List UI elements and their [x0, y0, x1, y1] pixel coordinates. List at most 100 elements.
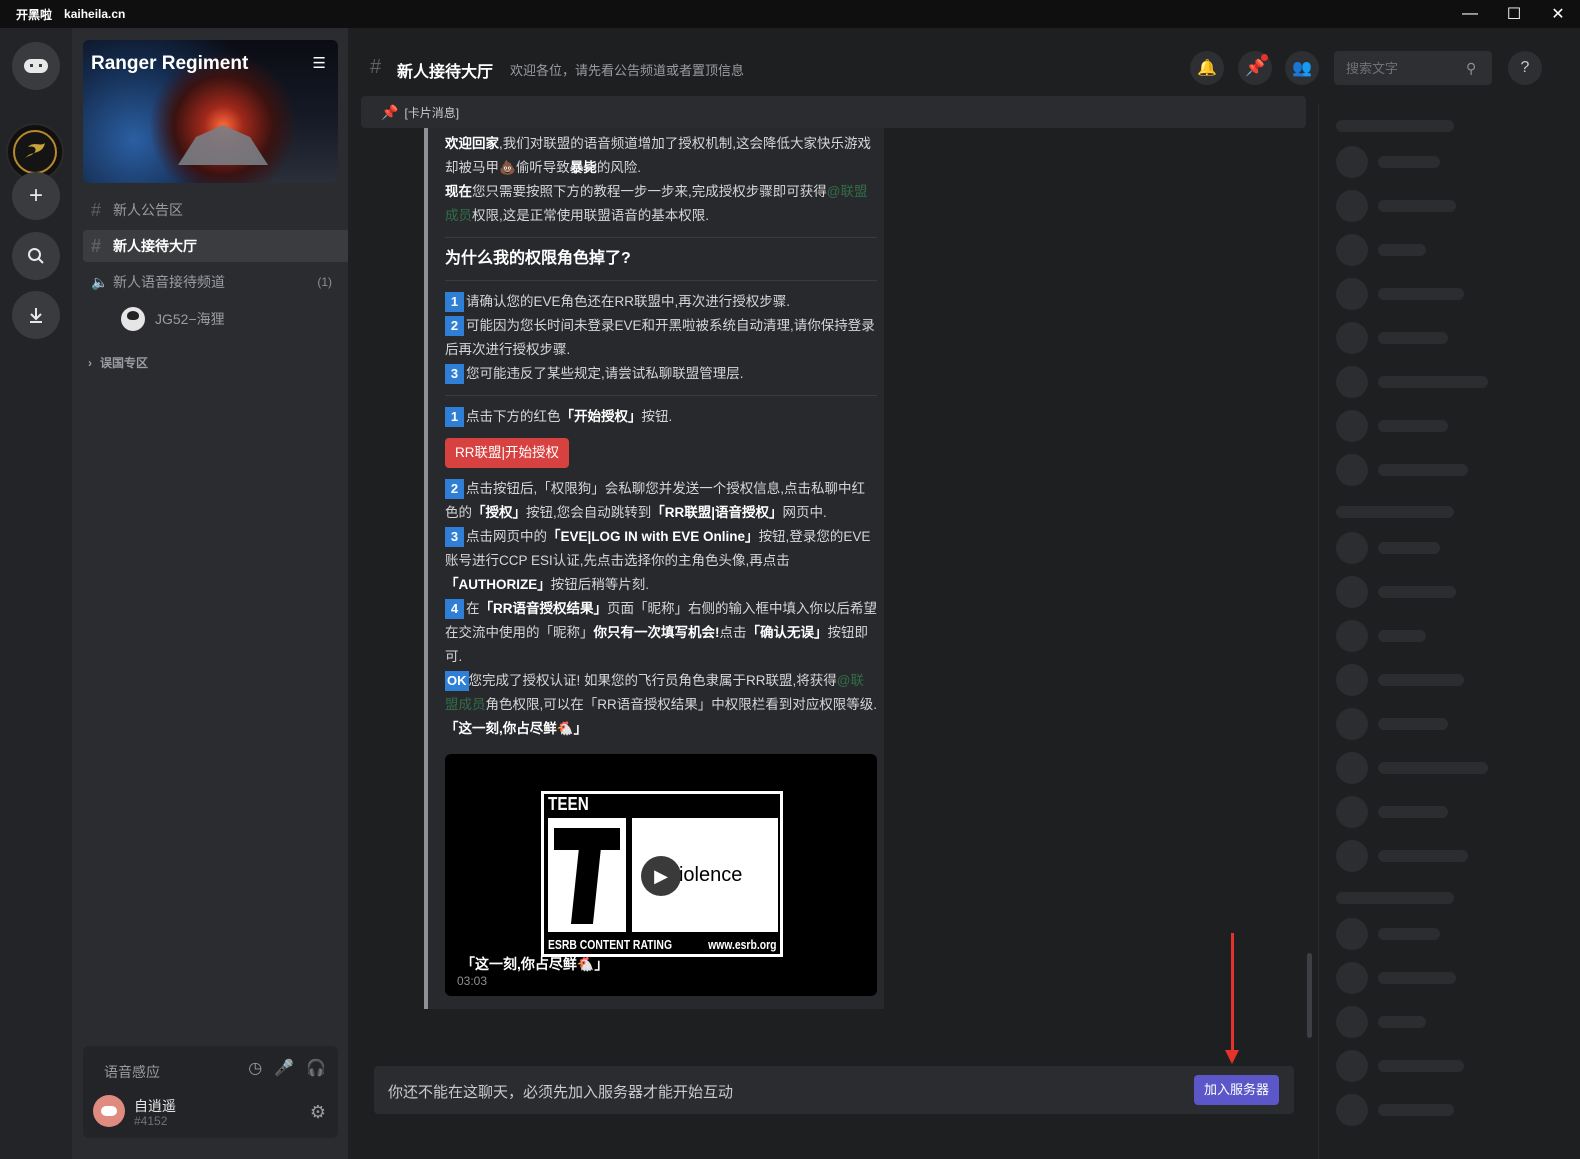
text: 在 [466, 601, 480, 616]
pinned-button[interactable]: 📌 [1238, 51, 1272, 85]
gear-icon[interactable]: ⚙ [310, 1102, 326, 1123]
rating-letter-glyph [554, 828, 620, 924]
guild-menu-icon[interactable]: ☰ [313, 54, 326, 72]
microphone-icon[interactable]: 🎤 [274, 1058, 294, 1078]
category-collapsed[interactable]: › 误国专区 [88, 354, 148, 371]
server-rail: + [0, 28, 72, 1159]
app-name: 开黑啦 [16, 7, 53, 22]
channel-announcements[interactable]: # 新人公告区 [83, 194, 348, 226]
voice-user-item[interactable]: JG52−海狸 [121, 307, 225, 331]
text-bold: 「EVE|LOG IN with EVE Online」 [547, 529, 759, 544]
video-player[interactable]: TEEN Violence ESRB CONTENT RATING www.es… [445, 754, 877, 996]
guild-name: Ranger Regiment [91, 53, 249, 74]
skeleton-heading [1336, 892, 1454, 904]
avatar[interactable] [93, 1095, 125, 1127]
minimize-icon[interactable]: — [1448, 0, 1492, 28]
card-message-header: 📌 [卡片消息] [361, 96, 1306, 128]
skeleton-row [1336, 796, 1566, 828]
divider [445, 280, 877, 281]
search-input[interactable] [1346, 60, 1466, 76]
maximize-icon[interactable]: ☐ [1492, 0, 1536, 28]
skeleton-row [1336, 146, 1566, 178]
voice-mode-label: 语音感应 [104, 1064, 160, 1080]
skeleton-row [1336, 278, 1566, 310]
composer-notice: 你还不能在这聊天，必须先加入服务器才能开始互动 [388, 1084, 734, 1101]
card-label: [卡片消息] [404, 105, 460, 120]
search-icon[interactable]: ⚲ [1466, 60, 1476, 77]
search-box[interactable]: ⚲ [1334, 51, 1492, 85]
text: 您完成了授权认证! 如果您的飞行员角色隶属于RR联盟,将获得 [468, 673, 837, 688]
members-button[interactable]: 👥 [1285, 51, 1319, 85]
text-channel-icon: # [91, 199, 102, 220]
help-button[interactable]: ? [1508, 51, 1542, 85]
text-bold: 「授权」 [472, 505, 526, 520]
voice-user-name: JG52−海狸 [155, 311, 225, 327]
text-bold: 现在 [445, 184, 472, 199]
skeleton-row [1336, 532, 1566, 564]
add-server-button[interactable]: + [12, 172, 60, 220]
headphones-icon[interactable]: 🎧 [306, 1058, 326, 1078]
text-bold: 「这一刻,你占尽鲜 [445, 721, 557, 736]
reason-item: 2 可能因为您长时间未登录EVE和开黑啦被系统自动清理,请你保持登录后再次进行授权… [445, 314, 877, 362]
category-label: 误国专区 [100, 356, 149, 370]
text-bold: 欢迎回家 [445, 136, 499, 151]
start-auth-button[interactable]: RR联盟|开始授权 [445, 438, 570, 468]
text-bold: 「确认无误」 [746, 625, 828, 640]
number-badge: 4 [445, 599, 464, 620]
skeleton-row [1336, 620, 1566, 652]
voice-activity-icon[interactable]: ◷ [248, 1058, 262, 1078]
window-controls: — ☐ ✕ [1448, 0, 1580, 28]
skeleton-row [1336, 918, 1566, 950]
skeleton-row [1336, 840, 1566, 872]
help-icon: ? [1520, 59, 1530, 76]
skeleton-row [1336, 366, 1566, 398]
text: 角色权限,可以在「RR语音授权结果」中权限栏看到对应权限等级. [485, 697, 878, 712]
scrollbar[interactable] [1307, 953, 1312, 1038]
skeleton-row [1336, 1050, 1566, 1082]
number-badge: 1 [445, 292, 464, 313]
step-item: 1 点击下方的红色「开始授权」按钮. [445, 405, 877, 429]
card-content: 欢迎回家,我们对联盟的语音频道增加了授权机制,这会降低大家快乐游戏却被马甲💩偷听… [445, 132, 877, 741]
skeleton-row [1336, 576, 1566, 608]
text: 点击下方的红色 [466, 409, 561, 424]
close-icon[interactable]: ✕ [1536, 0, 1580, 28]
number-badge: 1 [445, 407, 464, 428]
number-badge: 2 [445, 479, 464, 500]
intro-paragraph-2: 现在您只需要按照下方的教程一步一步来,完成授权步骤即可获得@联盟成员权限,这是正… [445, 180, 877, 228]
divider [445, 237, 877, 238]
step-item: 4 在「RR语音授权结果」页面「昵称」右侧的输入框中填入你以后希望在交流中使用的「… [445, 597, 877, 669]
notification-button[interactable]: 🔔 [1190, 51, 1224, 85]
guild-banner[interactable]: Ranger Regiment ☰ [83, 40, 338, 183]
join-server-button[interactable]: 加入服务器 [1193, 1075, 1279, 1105]
text: 偷听导致 [515, 160, 570, 175]
discover-button[interactable] [12, 232, 60, 280]
text: 按钮后稍等片刻. [550, 577, 650, 592]
rating-letter-box [548, 818, 626, 932]
channel-title: 新人接待大厅 [397, 64, 494, 81]
skeleton-row [1336, 1006, 1566, 1038]
banner-artwork [178, 125, 268, 165]
controller-icon [24, 59, 48, 73]
speaker-icon: 🔈 [91, 273, 109, 290]
section-title: 为什么我的权限角色掉了? [445, 250, 631, 267]
username: 自逍遥 [134, 1098, 176, 1114]
pin-icon: 📌 [1245, 60, 1265, 77]
annotation-arrow-head [1225, 1050, 1239, 1064]
chicken-emoji-icon: 🐔 [576, 956, 595, 972]
channel-voice-reception[interactable]: 🔈 新人语音接待频道 (1) [83, 266, 348, 298]
channel-sidebar: Ranger Regiment ☰ # 新人公告区 # 新人接待大厅 🔈 新人语… [72, 28, 348, 1159]
text-bold: 「开始授权」 [560, 409, 642, 424]
channel-reception-hall[interactable]: # 新人接待大厅 [83, 230, 348, 262]
chevron-right-icon: › [88, 356, 92, 370]
skeleton-row [1336, 234, 1566, 266]
home-button[interactable] [12, 42, 60, 90]
number-badge: 3 [445, 364, 464, 385]
text: 按钮,您会自动跳转到 [526, 505, 652, 520]
caption-text: 」 [594, 956, 609, 972]
dragon-logo-icon [13, 130, 57, 174]
skeleton-row [1336, 664, 1566, 696]
ok-item: OK 您完成了授权认证! 如果您的飞行员角色隶属于RR联盟,将获得@联盟成员角色权… [445, 669, 877, 741]
message-composer: 你还不能在这聊天，必须先加入服务器才能开始互动 加入服务器 [374, 1066, 1294, 1114]
download-button[interactable] [12, 291, 60, 339]
play-button[interactable]: ▶ [641, 856, 681, 896]
